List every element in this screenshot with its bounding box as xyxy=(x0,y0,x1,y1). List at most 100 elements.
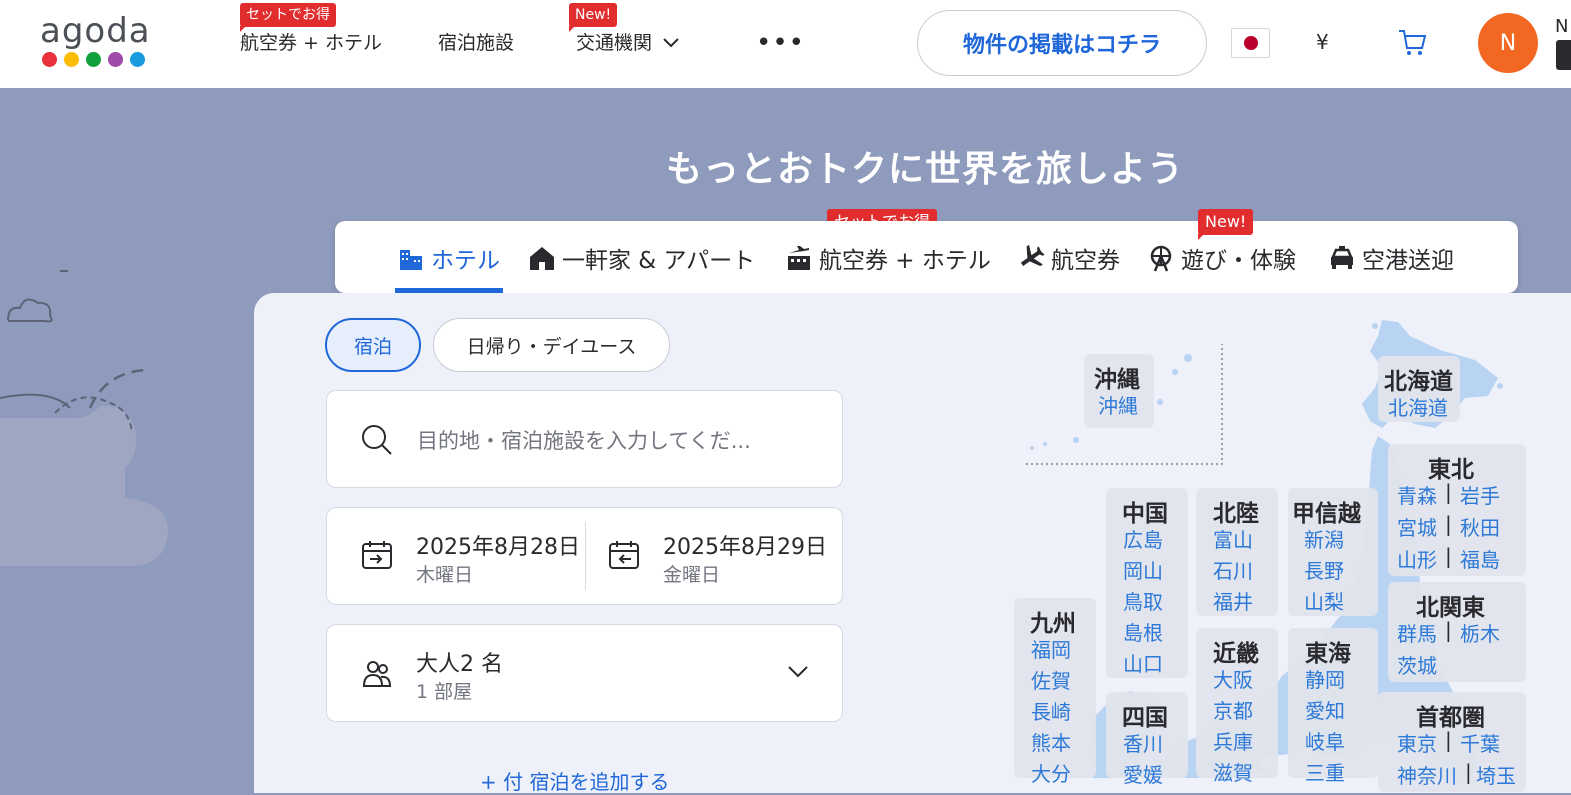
tab-activities-label: 遊び・体験 xyxy=(1181,248,1296,274)
tab-flight-hotel[interactable]: 航空券 + ホテル xyxy=(785,241,991,275)
house-icon xyxy=(530,247,554,270)
pref-chiba[interactable]: 千葉 xyxy=(1460,728,1500,757)
region-tohoku[interactable]: 東北 青森 | 岩手 宮城 | 秋田 山形 | 福島 xyxy=(1388,444,1526,576)
cart-icon xyxy=(1399,30,1427,55)
region-kita-kanto[interactable]: 北関東 群馬 | 栃木 茨城 xyxy=(1388,582,1526,682)
nav-flight-hotel[interactable]: 航空券 + ホテル xyxy=(240,30,382,56)
pref-gunma[interactable]: 群馬 xyxy=(1397,618,1437,647)
more-menu-button[interactable]: ••• xyxy=(756,28,805,58)
pref-aichi[interactable]: 愛知 xyxy=(1305,695,1345,724)
region-shikoku[interactable]: 四国 香川 愛媛 xyxy=(1106,692,1188,787)
pref-hyogo[interactable]: 兵庫 xyxy=(1213,726,1253,755)
region-koshinetsu[interactable]: 甲信越 新潟 長野 山梨 xyxy=(1288,488,1378,616)
pref-gifu[interactable]: 岐阜 xyxy=(1305,726,1345,755)
pref-shizuoka[interactable]: 静岡 xyxy=(1305,664,1345,693)
pref-kagawa[interactable]: 香川 xyxy=(1123,728,1163,757)
region-chugoku[interactable]: 中国 広島 岡山 鳥取 島根 山口 xyxy=(1106,488,1188,678)
guests-rooms-field[interactable]: 大人2 名 1 部屋 xyxy=(326,624,843,722)
pref-tottori[interactable]: 鳥取 xyxy=(1123,586,1163,615)
tab-house-apartment[interactable]: 一軒家 & アパート xyxy=(528,241,755,275)
add-more-link[interactable]: + 付 宿泊を追加する xyxy=(480,766,669,795)
pref-separator: | xyxy=(1445,544,1452,568)
pref-okinawa[interactable]: 沖縄 xyxy=(1098,390,1138,419)
pref-miyagi[interactable]: 宮城 xyxy=(1397,512,1437,541)
region-name: 四国 xyxy=(1122,705,1168,731)
pref-fukuoka[interactable]: 福岡 xyxy=(1031,634,1071,663)
region-kyushu[interactable]: 九州 福岡 佐賀 長崎 熊本 大分 xyxy=(1014,598,1096,786)
pref-tokyo[interactable]: 東京 xyxy=(1397,728,1437,757)
hotel-icon xyxy=(400,250,422,270)
logo-dot xyxy=(42,52,57,67)
destination-search-field[interactable]: 目的地・宿泊施設を入力してくだ... xyxy=(326,390,843,488)
pref-yamaguchi[interactable]: 山口 xyxy=(1123,648,1163,677)
nav-transportation[interactable]: 交通機関 xyxy=(576,30,680,56)
pref-yamagata[interactable]: 山形 xyxy=(1397,544,1437,573)
pref-ehime[interactable]: 愛媛 xyxy=(1123,759,1163,788)
region-okinawa[interactable]: 沖縄 沖縄 xyxy=(1084,354,1154,428)
pref-saga[interactable]: 佐賀 xyxy=(1031,665,1071,694)
region-tokai[interactable]: 東海 静岡 愛知 岐阜 三重 xyxy=(1288,628,1378,785)
pref-akita[interactable]: 秋田 xyxy=(1460,512,1500,541)
pref-nagano[interactable]: 長野 xyxy=(1304,555,1344,584)
region-hokkaido[interactable]: 北海道 北海道 xyxy=(1378,356,1460,422)
region-kinki[interactable]: 近畿 大阪 京都 兵庫 滋賀 xyxy=(1196,628,1278,785)
pref-kyoto[interactable]: 京都 xyxy=(1213,695,1253,724)
agoda-logo[interactable]: agoda xyxy=(40,14,152,74)
nav-accommodations[interactable]: 宿泊施設 xyxy=(438,30,514,56)
list-property-button[interactable]: 物件の掲載はコチラ xyxy=(917,10,1207,76)
chevron-down-icon xyxy=(663,38,679,48)
pref-yamanashi[interactable]: 山梨 xyxy=(1304,586,1344,615)
pref-nagasaki[interactable]: 長崎 xyxy=(1031,696,1071,725)
region-hokuriku[interactable]: 北陸 富山 石川 福井 xyxy=(1196,488,1278,616)
region-name: 首都圏 xyxy=(1416,705,1485,731)
pref-kumamoto[interactable]: 熊本 xyxy=(1031,727,1071,756)
pref-iwate[interactable]: 岩手 xyxy=(1460,480,1500,509)
pref-fukushima[interactable]: 福島 xyxy=(1460,544,1500,573)
japan-region-map: 沖縄 沖縄 北海道 北海道 東北 青森 | 岩手 宮城 | 秋田 山形 | 福島… xyxy=(1010,316,1571,792)
tab-airport-transfer[interactable]: 空港送迎 xyxy=(1328,241,1454,275)
user-avatar[interactable]: N xyxy=(1478,13,1538,73)
stay-type-overnight-toggle[interactable]: 宿泊 xyxy=(325,318,421,372)
pref-mie[interactable]: 三重 xyxy=(1305,757,1345,786)
currency-selector[interactable]: ¥ xyxy=(1316,30,1329,54)
pref-osaka[interactable]: 大阪 xyxy=(1213,664,1253,693)
user-menu-toggle[interactable] xyxy=(1556,40,1571,70)
region-name: 甲信越 xyxy=(1292,501,1361,527)
tab-flight-hotel-label: 航空券 + ホテル xyxy=(819,248,991,274)
date-divider xyxy=(585,522,586,590)
pref-shiga[interactable]: 滋賀 xyxy=(1213,757,1253,786)
pref-toyama[interactable]: 富山 xyxy=(1213,524,1253,553)
pref-aomori[interactable]: 青森 xyxy=(1397,480,1437,509)
pref-niigata[interactable]: 新潟 xyxy=(1304,524,1344,553)
pref-saitama[interactable]: 埼玉 xyxy=(1476,760,1516,789)
pref-tochigi[interactable]: 栃木 xyxy=(1460,618,1500,647)
checkin-calendar-icon xyxy=(362,541,392,569)
stay-type-dayuse-toggle[interactable]: 日帰り・デイユース xyxy=(433,318,670,372)
pref-kanagawa[interactable]: 神奈川 xyxy=(1397,760,1457,789)
pref-ishikawa[interactable]: 石川 xyxy=(1213,555,1253,584)
japan-flag-language-button[interactable] xyxy=(1231,28,1270,58)
tab-flights[interactable]: 航空券 xyxy=(1017,241,1120,275)
logo-dot xyxy=(86,52,101,67)
product-tab-bar: ホテル 一軒家 & アパート 航空券 + ホテル 航空券 遊び・体験 空港送迎 xyxy=(335,221,1518,293)
tab-activities[interactable]: 遊び・体験 xyxy=(1147,241,1296,275)
checkout-calendar-icon xyxy=(609,541,639,569)
pref-hokkaido[interactable]: 北海道 xyxy=(1388,392,1448,421)
pref-okayama[interactable]: 岡山 xyxy=(1123,555,1163,584)
pref-separator: | xyxy=(1445,512,1452,536)
pref-fukui[interactable]: 福井 xyxy=(1213,586,1253,615)
region-name: 中国 xyxy=(1122,501,1168,527)
cart-button[interactable] xyxy=(1396,26,1428,62)
pref-hiroshima[interactable]: 広島 xyxy=(1123,524,1163,553)
region-shutoken[interactable]: 首都圏 東京 | 千葉 神奈川 | 埼玉 xyxy=(1378,692,1526,792)
ferris-wheel-icon xyxy=(1150,245,1172,272)
pref-ibaraki[interactable]: 茨城 xyxy=(1397,650,1437,679)
tab-hotel-label: ホテル xyxy=(431,248,500,274)
destination-placeholder: 目的地・宿泊施設を入力してくだ... xyxy=(417,429,751,453)
tab-badge-new: New! xyxy=(1198,209,1254,240)
pref-shimane[interactable]: 島根 xyxy=(1123,617,1163,646)
pref-oita[interactable]: 大分 xyxy=(1031,758,1071,787)
tab-hotel[interactable]: ホテル xyxy=(397,241,500,275)
date-range-field[interactable]: 2025年8月28日 木曜日 2025年8月29日 金曜日 xyxy=(326,507,843,605)
search-icon xyxy=(362,425,392,455)
